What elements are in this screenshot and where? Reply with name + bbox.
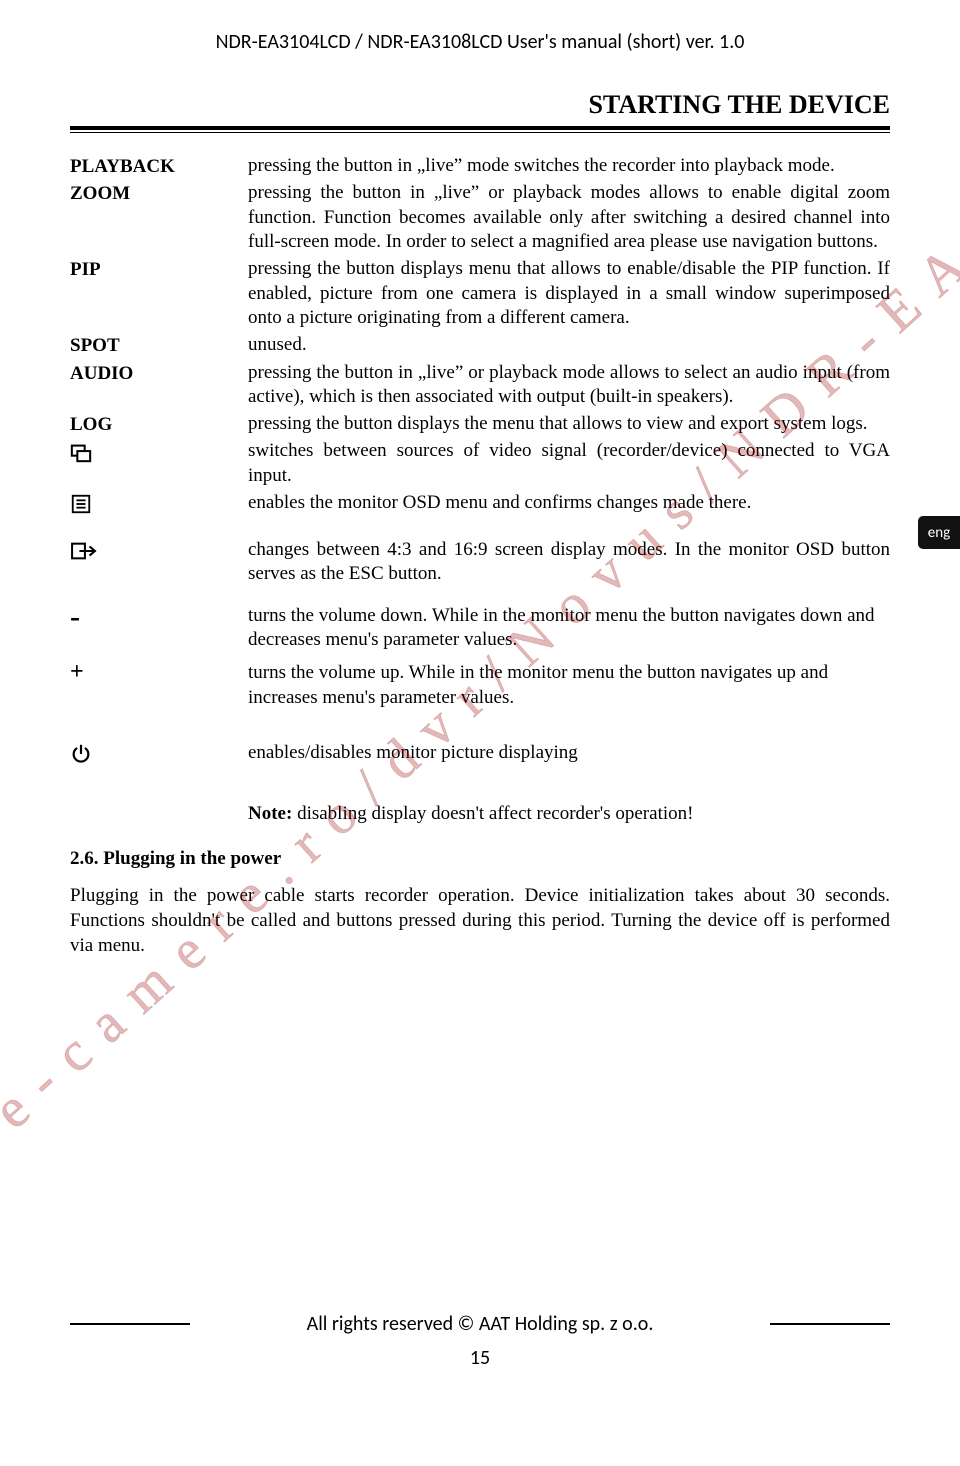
body-volume-down: turns the volume down. While in the moni… xyxy=(248,604,890,653)
row-spot: SPOT unused. xyxy=(70,333,890,357)
label-note-empty xyxy=(70,802,248,804)
page-number: 15 xyxy=(0,1346,960,1370)
label-spot: SPOT xyxy=(70,333,248,357)
body-switch-source: switches between sources of video signal… xyxy=(248,439,890,488)
body-zoom: pressing the button in „live” or playbac… xyxy=(248,181,890,254)
body-osd-menu: enables the monitor OSD menu and confirm… xyxy=(248,491,890,515)
row-playback: PLAYBACK pressing the button in „live” m… xyxy=(70,154,890,178)
body-note: Note: disabling display doesn't affect r… xyxy=(248,802,890,826)
switch-source-icon xyxy=(70,439,248,469)
running-head: NDR-EA3104LCD / NDR-EA3108LCD User's man… xyxy=(70,30,890,54)
row-power: enables/disables monitor picture display… xyxy=(70,741,890,771)
power-icon xyxy=(70,741,248,771)
row-note: Note: disabling display doesn't affect r… xyxy=(70,802,890,826)
subheading-plugging-power: 2.6. Plugging in the power xyxy=(70,848,890,870)
body-power: enables/disables monitor picture display… xyxy=(248,741,890,765)
footer-bar-left xyxy=(70,1323,190,1325)
section-title: STARTING THE DEVICE xyxy=(70,90,890,120)
body-aspect: changes between 4:3 and 16:9 screen disp… xyxy=(248,538,890,587)
footer-bar-right xyxy=(770,1323,890,1325)
paragraph-plugging-power: Plugging in the power cable starts recor… xyxy=(70,884,890,958)
aspect-exit-icon xyxy=(70,538,248,568)
plus-icon: + xyxy=(70,661,248,682)
footer-copyright: All rights reserved © AAT Holding sp. z … xyxy=(206,1312,754,1336)
section-rule xyxy=(70,126,890,130)
row-aspect: changes between 4:3 and 16:9 screen disp… xyxy=(70,538,890,587)
label-playback: PLAYBACK xyxy=(70,154,248,178)
label-log: LOG xyxy=(70,412,248,436)
note-bold: Note: xyxy=(248,803,292,824)
row-osd-menu: enables the monitor OSD menu and confirm… xyxy=(70,491,890,521)
label-audio: AUDIO xyxy=(70,361,248,385)
note-text: disabling display doesn't affect recorde… xyxy=(292,803,693,824)
osd-menu-icon xyxy=(70,491,248,521)
row-pip: PIP pressing the button displays menu th… xyxy=(70,257,890,330)
row-audio: AUDIO pressing the button in „live” or p… xyxy=(70,361,890,410)
body-pip: pressing the button displays menu that a… xyxy=(248,257,890,330)
language-tab: eng xyxy=(918,516,960,549)
body-log: pressing the button displays the menu th… xyxy=(248,412,890,436)
label-pip: PIP xyxy=(70,257,248,281)
footer: All rights reserved © AAT Holding sp. z … xyxy=(70,1312,890,1336)
label-zoom: ZOOM xyxy=(70,181,248,205)
body-volume-up: turns the volume up. While in the monito… xyxy=(248,661,890,710)
row-volume-up: + turns the volume up. While in the moni… xyxy=(70,661,890,710)
body-spot: unused. xyxy=(248,333,890,357)
row-switch-source: switches between sources of video signal… xyxy=(70,439,890,488)
row-volume-down: - turns the volume down. While in the mo… xyxy=(70,604,890,653)
body-playback: pressing the button in „live” mode switc… xyxy=(248,154,890,178)
body-audio: pressing the button in „live” or playbac… xyxy=(248,361,890,410)
row-zoom: ZOOM pressing the button in „live” or pl… xyxy=(70,181,890,254)
row-log: LOG pressing the button displays the men… xyxy=(70,412,890,436)
minus-icon: - xyxy=(70,604,248,627)
